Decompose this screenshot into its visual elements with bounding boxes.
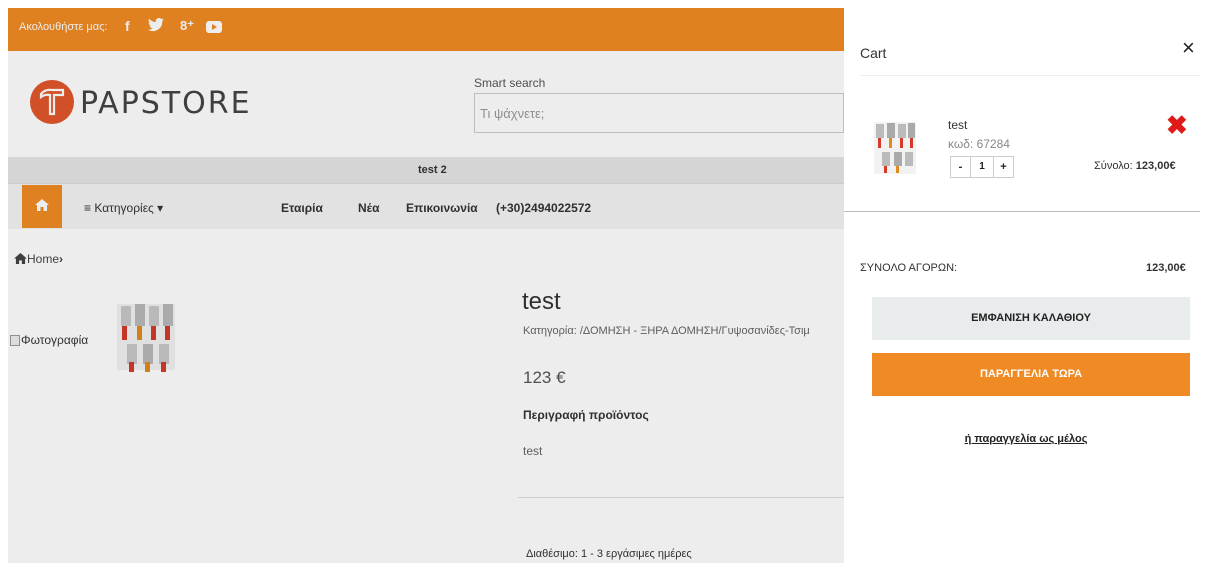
product-title: test (522, 288, 561, 315)
divider (860, 75, 1200, 76)
photo-alt-text: Φωτογραφία (21, 333, 89, 347)
nav-contact[interactable]: Επικοινωνία (406, 201, 478, 215)
nav-company[interactable]: Εταιρία (281, 201, 323, 215)
search-input[interactable] (474, 93, 844, 133)
nav-news[interactable]: Νέα (358, 201, 379, 215)
close-icon[interactable]: × (1182, 37, 1195, 59)
subtotal-label: Σύνολο: (1094, 160, 1133, 172)
product-availability: Διαθέσιμο: 1 - 3 εργάσιμες ημέρες (526, 548, 692, 560)
product-category: Κατηγορία: /ΔΟΜΗΣΗ - ΞΗΡΑ ΔΟΜΗΣΗ/Γυψοσαν… (523, 325, 810, 337)
main-nav: ≡ Κατηγορίες ▾ Εταιρία Νέα Επικοινωνία (… (8, 183, 844, 229)
quantity-decrease-button[interactable]: - (950, 156, 971, 178)
home-icon (35, 199, 49, 211)
quantity-stepper: - 1 + (950, 156, 1014, 178)
cart-item-name[interactable]: test (948, 118, 967, 132)
subtotal-value: 123,00€ (1135, 160, 1176, 172)
top-bar: Ακολουθήστε μας: f 8⁺ (8, 8, 844, 51)
quantity-value[interactable]: 1 (971, 156, 993, 178)
product-description-heading: Περιγραφή προϊόντος (523, 408, 649, 422)
home-button[interactable] (22, 185, 62, 228)
product-photo-alt: Φωτογραφία (10, 333, 88, 347)
home-icon (14, 253, 27, 265)
nav-phone[interactable]: (+30)2494022572 (496, 201, 591, 215)
logo-text: PAPSTORE (80, 86, 252, 121)
breadcrumb-separator: › (59, 251, 64, 266)
cart-item-code: κωδ: 67284 (948, 137, 1010, 151)
hammer-logo-icon (30, 80, 74, 124)
product-price: 123 € (523, 368, 566, 387)
cart-total-value: 123,00€ (1146, 262, 1186, 274)
promo-bar: test 2 (8, 157, 844, 183)
search-label: Smart search (474, 76, 546, 90)
product-image[interactable] (107, 298, 187, 378)
order-as-member-link[interactable]: ή παραγγελία ως μέλος (844, 433, 1208, 445)
follow-us-text: Ακολουθήστε μας: (19, 21, 108, 33)
quantity-increase-button[interactable]: + (993, 156, 1014, 178)
cart-panel: Cart × test κωδ: 67284 - 1 + ✖ Σύνολο: 1… (844, 8, 1208, 563)
view-cart-button[interactable]: ΕΜΦΑΝΙΣΗ ΚΑΛΑΘΙΟΥ (872, 297, 1190, 340)
divider (518, 497, 844, 498)
cart-title: Cart (860, 45, 887, 61)
order-now-button[interactable]: ΠΑΡΑΓΓΕΛΙΑ ΤΩΡΑ (872, 353, 1190, 396)
google-plus-icon[interactable]: 8⁺ (180, 18, 194, 34)
product-description: test (523, 444, 543, 458)
divider (844, 211, 1200, 212)
breadcrumb: Home› (14, 251, 63, 266)
remove-item-icon[interactable]: ✖ (1166, 112, 1188, 138)
twitter-icon[interactable] (148, 18, 164, 35)
broken-image-icon (10, 335, 20, 347)
facebook-icon[interactable]: f (125, 18, 130, 34)
cart-item-image (874, 122, 916, 174)
breadcrumb-home[interactable]: Home (27, 252, 59, 266)
nav-categories[interactable]: ≡ Κατηγορίες ▾ (84, 201, 163, 215)
cart-item-subtotal: Σύνολο: 123,00€ (1094, 160, 1176, 172)
cart-total-label: ΣΥΝΟΛΟ ΑΓΟΡΩΝ: (860, 262, 958, 274)
youtube-icon[interactable] (206, 21, 222, 33)
